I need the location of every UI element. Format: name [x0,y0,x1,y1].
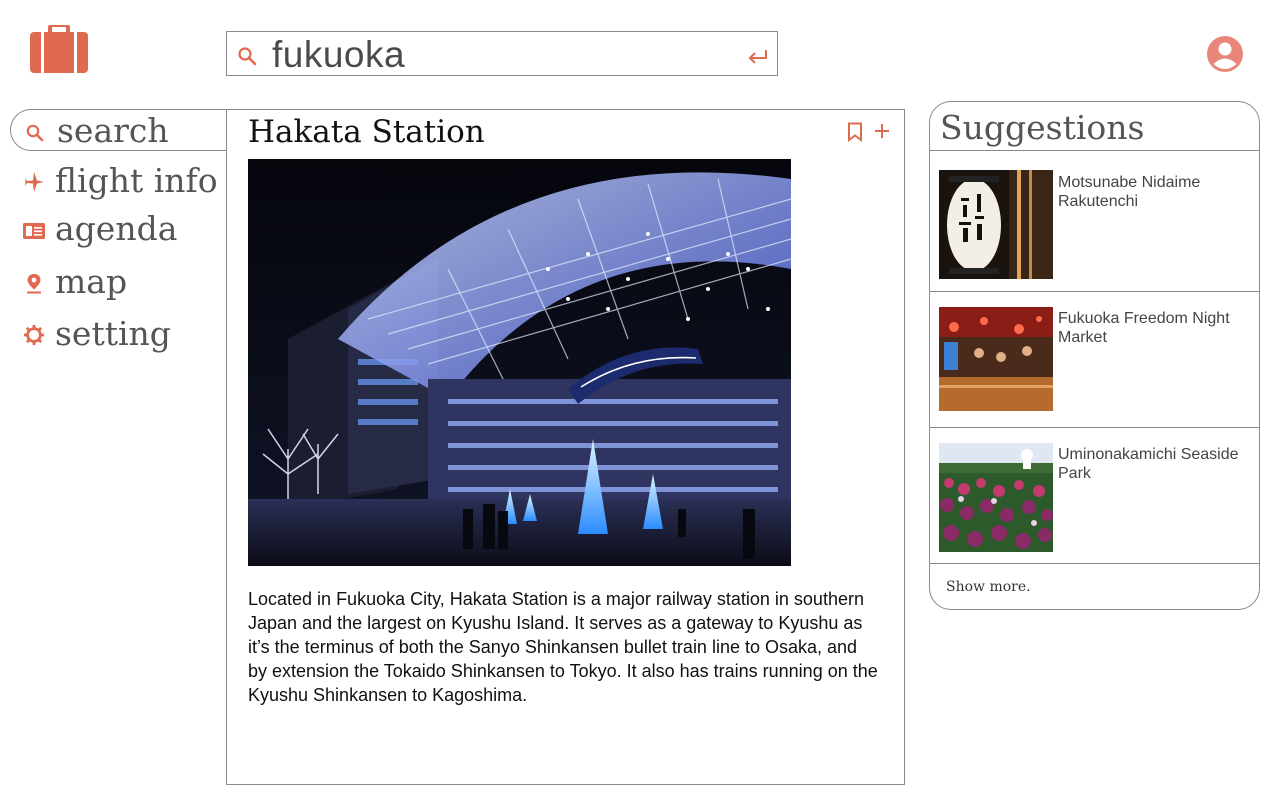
enter-icon[interactable] [748,48,768,64]
sidebar-item-label: map [55,262,128,301]
suggestion-thumbnail [939,443,1053,552]
user-avatar-icon[interactable] [1207,36,1243,72]
bookmark-icon[interactable] [847,122,863,142]
divider [930,563,1259,564]
suggestion-name: Fukuoka Freedom Night Market [1058,310,1230,346]
search-icon [237,46,257,66]
suggestion-thumbnail [939,170,1053,279]
suggestion-name: Uminonakamichi Seaside Park [1058,446,1239,482]
airplane-icon [22,171,46,193]
add-icon[interactable] [874,123,890,139]
suggestion-item[interactable]: Motsunabe Nidaime Rakutenchi [930,151,1259,286]
suggestion-item[interactable]: Uminonakamichi Seaside Park [930,428,1259,563]
suggestion-name: Motsunabe Nidaime Rakutenchi [1058,174,1201,210]
sidebar-item-label: agenda [55,209,178,248]
hakata-station-photo [248,159,791,566]
place-description: Located in Fukuoka City, Hakata Station … [248,589,878,705]
suitcase-logo-icon[interactable] [30,23,88,73]
gear-icon [22,324,46,346]
sidebar-item-search[interactable]: search [10,109,228,151]
map-pin-icon [22,272,46,294]
suggestions-panel: Suggestions Motsunabe Nidaime Rakutenchi… [929,101,1260,610]
sidebar-item-label: setting [55,314,171,353]
suggestion-thumbnail [939,307,1053,411]
page-title: Hakata Station [248,114,485,150]
search-input[interactable]: fukuoka [272,34,405,76]
suggestions-title: Suggestions [940,108,1145,147]
search-icon [25,123,45,143]
search-bar[interactable]: fukuoka [226,31,778,76]
show-more-link[interactable]: Show more. [946,579,1031,595]
suggestion-item[interactable]: Fukuoka Freedom Night Market [930,292,1259,427]
agenda-icon [22,219,46,241]
place-detail-panel: Hakata Station Located in Fukuoka City, … [226,109,905,785]
sidebar-item-label: search [57,111,169,150]
sidebar-item-label: flight info [55,161,218,200]
